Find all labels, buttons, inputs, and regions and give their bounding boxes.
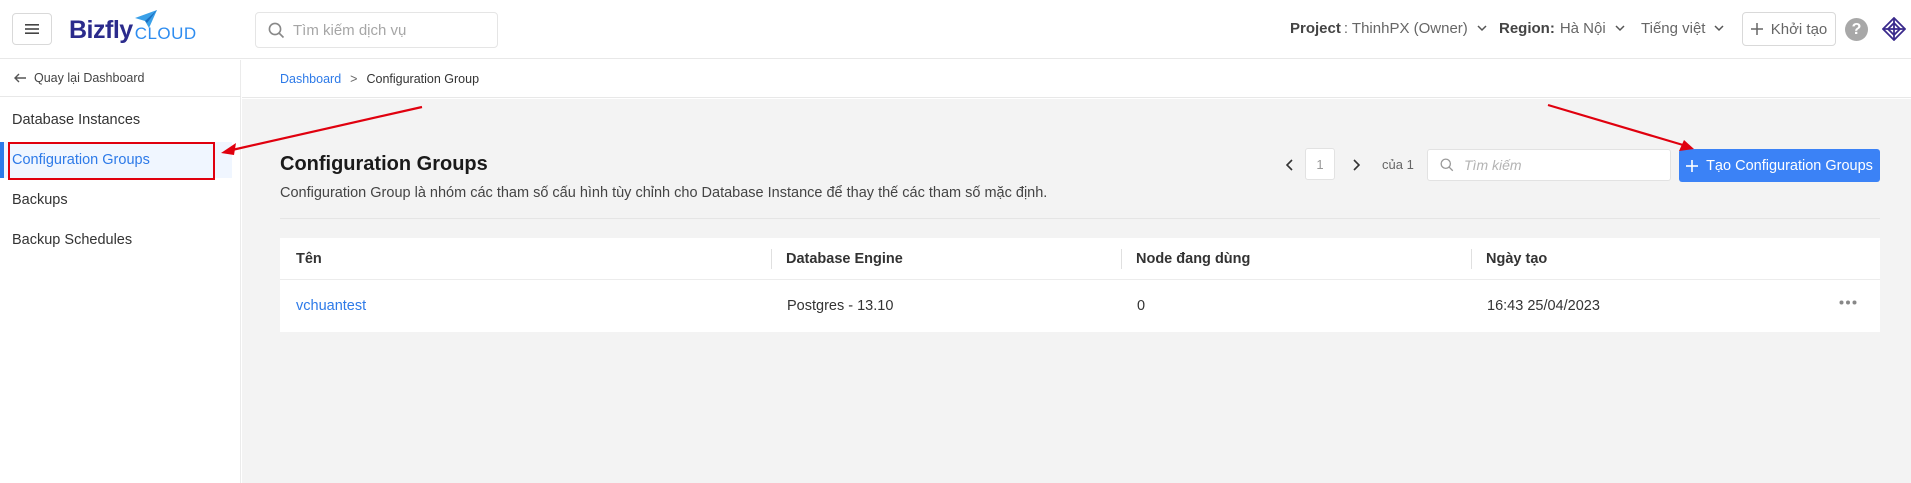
region-value: Hà Nội	[1559, 20, 1606, 37]
hamburger-menu-button[interactable]	[12, 13, 52, 45]
back-to-dashboard-link[interactable]: Quay lại Dashboard	[14, 71, 144, 85]
column-header-name[interactable]: Tên	[296, 238, 322, 280]
page-total-label: của 1	[1382, 157, 1414, 172]
active-indicator	[0, 142, 4, 178]
sidebar-item-backup-schedules[interactable]: Backup Schedules	[0, 222, 232, 258]
search-icon	[268, 22, 285, 38]
chevron-right-icon[interactable]	[1352, 159, 1360, 171]
row-engine: Postgres - 13.10	[787, 298, 894, 314]
chevron-down-icon	[1615, 25, 1625, 32]
arrow-left-icon	[14, 73, 26, 83]
breadcrumb: Dashboard > Configuration Group	[280, 72, 479, 86]
column-header-engine[interactable]: Database Engine	[786, 238, 903, 280]
main-content: Configuration Groups Configuration Group…	[242, 99, 1911, 483]
table-search-field[interactable]	[1427, 149, 1671, 181]
breadcrumb-dashboard-link[interactable]: Dashboard	[280, 72, 341, 86]
paper-plane-icon	[135, 10, 157, 28]
sidebar-item-configuration-groups[interactable]: Configuration Groups	[0, 142, 232, 178]
help-icon[interactable]: ?	[1845, 18, 1868, 41]
project-label: Project	[1290, 20, 1341, 37]
more-actions-icon[interactable]	[1839, 300, 1857, 305]
row-created: 16:43 25/04/2023	[1487, 298, 1600, 314]
hamburger-icon	[25, 24, 39, 34]
sidebar-divider	[0, 96, 241, 97]
column-separator	[1471, 249, 1472, 269]
project-value: : ThinhPX (Owner)	[1343, 20, 1468, 37]
configuration-groups-table: Tên Database Engine Node đang dùng Ngày …	[280, 238, 1880, 332]
sidebar-item-label: Backups	[12, 192, 68, 208]
search-icon	[1440, 158, 1454, 172]
region-label: Region:	[1499, 20, 1555, 37]
column-header-created[interactable]: Ngày tạo	[1486, 238, 1547, 280]
sidebar-item-label: Backup Schedules	[12, 232, 133, 248]
sidebar-item-label: Configuration Groups	[12, 152, 150, 168]
current-page-indicator[interactable]: 1	[1305, 148, 1335, 180]
create-resource-label: Khởi tạo	[1770, 20, 1828, 38]
plus-icon	[1750, 23, 1763, 35]
top-header: Bizfly CLOUD Project : ThinhPX (Owner) R…	[0, 0, 1911, 59]
plus-icon	[1686, 159, 1699, 172]
column-separator	[771, 249, 772, 269]
column-header-nodes[interactable]: Node đang dùng	[1136, 238, 1250, 280]
table-header: Tên Database Engine Node đang dùng Ngày …	[280, 238, 1880, 280]
section-divider	[280, 218, 1880, 219]
sidebar: Quay lại Dashboard Database Instances Co…	[0, 60, 241, 483]
sidebar-item-database-instances[interactable]: Database Instances	[0, 102, 232, 138]
create-configuration-group-label: Tạo Configuration Groups	[1706, 157, 1873, 174]
page-title: Configuration Groups	[280, 153, 488, 175]
page-description: Configuration Group là nhóm các tham số …	[280, 185, 1048, 201]
region-selector[interactable]: Region: Hà Nội	[1499, 20, 1625, 37]
project-selector[interactable]: Project : ThinhPX (Owner)	[1290, 20, 1487, 37]
breadcrumb-bar: Dashboard > Configuration Group	[242, 60, 1911, 98]
back-to-dashboard-label: Quay lại Dashboard	[34, 71, 145, 85]
bizfly-cloud-logo[interactable]: Bizfly CLOUD	[69, 10, 197, 46]
table-row[interactable]: vchuantest Postgres - 13.10 0 16:43 25/0…	[280, 280, 1880, 332]
app-switcher-icon[interactable]	[1882, 17, 1906, 41]
logo-text-primary: Bizfly	[69, 15, 133, 44]
breadcrumb-separator: >	[350, 72, 358, 86]
create-resource-button[interactable]: Khởi tạo	[1742, 12, 1836, 46]
breadcrumb-current: Configuration Group	[366, 72, 480, 86]
table-search-input[interactable]	[1464, 157, 1654, 173]
chevron-down-icon	[1477, 25, 1487, 32]
sidebar-item-label: Database Instances	[12, 112, 141, 128]
service-search-field[interactable]	[255, 12, 498, 48]
chevron-left-icon[interactable]	[1286, 159, 1294, 171]
service-search-input[interactable]	[293, 21, 493, 39]
sidebar-item-backups[interactable]: Backups	[0, 182, 232, 218]
chevron-down-icon	[1714, 25, 1725, 32]
create-configuration-group-button[interactable]: Tạo Configuration Groups	[1679, 149, 1880, 182]
row-name-link[interactable]: vchuantest	[296, 280, 366, 332]
language-value: Tiếng việt	[1641, 20, 1706, 37]
column-separator	[1121, 249, 1122, 269]
language-selector[interactable]: Tiếng việt	[1641, 20, 1725, 37]
row-nodes: 0	[1137, 298, 1146, 314]
